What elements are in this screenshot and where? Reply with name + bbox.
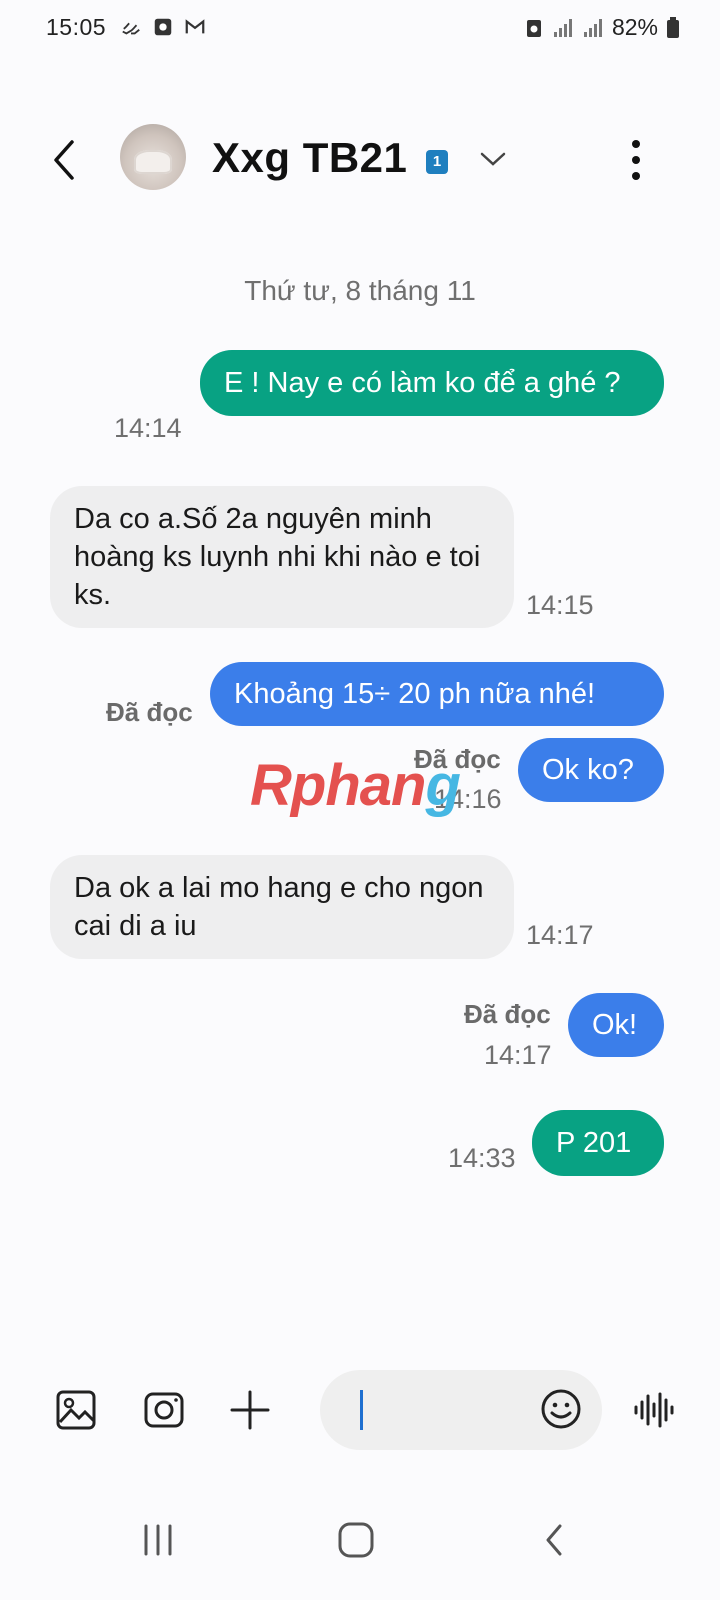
date-separator: Thứ tư, 8 tháng 11 xyxy=(244,275,476,306)
status-bar: 15:05 82% xyxy=(0,0,720,60)
message-bubble-incoming[interactable]: Da co a.Số 2a nguyên minh hoàng ks luynh… xyxy=(50,486,514,628)
nav-back-icon[interactable] xyxy=(540,1522,568,1558)
camera-square-icon xyxy=(154,18,172,36)
message-text: Da co a.Số 2a nguyên minh hoàng ks luynh… xyxy=(74,503,481,611)
home-icon[interactable] xyxy=(336,1522,376,1558)
sim-badge: 1 xyxy=(426,150,448,174)
message-bubble-outgoing[interactable]: Khoảng 15÷ 20 ph nữa nhé! xyxy=(210,662,664,726)
message-bubble-outgoing[interactable]: Ok ko? xyxy=(518,738,664,802)
message-composer-bar xyxy=(0,1370,720,1460)
message-bubble-incoming[interactable]: Da ok a lai mo hang e cho ngon cai di a … xyxy=(50,855,514,959)
message-text: Da ok a lai mo hang e cho ngon cai di a … xyxy=(74,872,484,942)
message-text: P 201 xyxy=(556,1127,632,1159)
contact-name[interactable]: Xxg TB21 xyxy=(212,134,407,182)
battery-saver-icon xyxy=(526,19,541,37)
message-time: 14:17 xyxy=(526,920,594,950)
gallery-icon[interactable] xyxy=(54,1388,98,1432)
system-nav-bar xyxy=(0,1510,720,1580)
recent-apps-icon[interactable] xyxy=(140,1522,176,1558)
status-right: 82% xyxy=(524,14,680,41)
battery-percent: 82% xyxy=(611,14,658,40)
emoji-icon[interactable] xyxy=(540,1388,582,1430)
status-time: 15:05 xyxy=(46,14,107,40)
notification-icons xyxy=(120,16,206,38)
back-arrow-icon[interactable] xyxy=(44,134,84,186)
plus-icon[interactable] xyxy=(228,1388,272,1432)
text-caret xyxy=(360,1390,363,1430)
message-time: 14:15 xyxy=(526,590,594,620)
message-time: 14:17 xyxy=(484,1040,552,1070)
message-bubble-outgoing[interactable]: P 201 xyxy=(532,1110,664,1176)
message-text: Khoảng 15÷ 20 ph nữa nhé! xyxy=(234,678,596,710)
message-input[interactable] xyxy=(320,1370,602,1450)
contact-avatar[interactable] xyxy=(120,124,186,190)
read-receipt: Đã đọc xyxy=(464,999,551,1029)
hands-icon xyxy=(122,22,140,35)
camera-icon[interactable] xyxy=(142,1388,186,1432)
signal-icon xyxy=(553,18,572,37)
watermark-logo: Rphang xyxy=(250,753,461,818)
voice-record-icon[interactable] xyxy=(632,1390,676,1430)
chevron-down-icon[interactable] xyxy=(478,144,508,174)
signal-icon xyxy=(583,18,602,37)
message-bubble-outgoing[interactable]: Ok! xyxy=(568,993,664,1057)
gmail-icon xyxy=(185,19,205,34)
message-time: 14:14 xyxy=(114,413,182,443)
message-bubble-outgoing[interactable]: E ! Nay e có làm ko để a ghé ? xyxy=(200,350,664,416)
message-text: E ! Nay e có làm ko để a ghé ? xyxy=(224,367,621,399)
message-text: Ok! xyxy=(592,1009,638,1041)
message-text: Ok ko? xyxy=(542,754,634,786)
battery-icon xyxy=(667,16,679,38)
read-receipt: Đã đọc xyxy=(106,697,193,727)
message-time: 14:33 xyxy=(448,1143,516,1173)
conversation-header: Xxg TB21 1 xyxy=(0,110,720,210)
more-options-icon[interactable] xyxy=(630,138,642,182)
